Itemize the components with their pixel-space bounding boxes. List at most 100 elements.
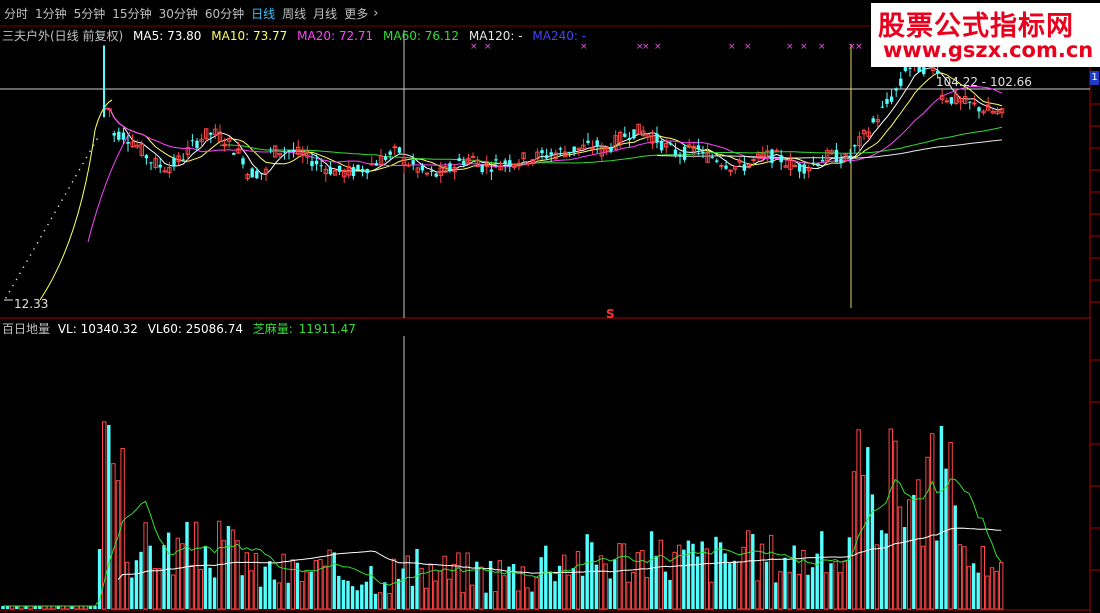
chevron-right-icon[interactable]: ›	[373, 6, 378, 21]
volume-bar-up	[985, 575, 990, 610]
candle-body-down	[673, 149, 678, 155]
volume-bar-down	[511, 564, 516, 609]
volume-bar-up	[704, 548, 709, 610]
volume-bar-up	[525, 587, 530, 610]
volume-bar-up	[189, 564, 194, 610]
early-price-dot	[36, 242, 39, 244]
volume-bar-down	[953, 505, 957, 609]
volume-bar-up	[833, 561, 838, 610]
volume-bar-up	[244, 552, 250, 610]
candle-body-down	[181, 159, 185, 161]
ma10-label: MA10: 73.77	[211, 29, 288, 43]
candle-body-down	[678, 154, 682, 157]
volume-bar-up	[851, 471, 857, 610]
candle-body-down	[144, 155, 149, 159]
candle-body-down	[871, 118, 875, 123]
volume-bar-up	[221, 540, 227, 610]
candle-body-down	[659, 140, 664, 151]
volume-bar-down	[728, 563, 732, 609]
candle-body-down	[351, 167, 356, 177]
period-tab-7[interactable]: 周线	[282, 5, 306, 22]
volume-bar-up	[930, 433, 935, 610]
period-tab-4[interactable]: 30分钟	[159, 5, 198, 22]
high-price-label: 104.22 - 102.66	[936, 75, 1032, 89]
candle-body-down	[314, 160, 319, 165]
period-tab-8[interactable]: 月线	[313, 5, 337, 22]
early-price-dot	[47, 223, 49, 226]
candle-body-down	[710, 157, 714, 159]
volume-bar-down	[544, 545, 548, 609]
volume-bar-down	[691, 543, 695, 609]
candle-body-down	[889, 96, 894, 102]
volume-bar-up	[617, 543, 622, 610]
volume-bar-down	[107, 424, 111, 609]
volume-bar-down	[820, 531, 824, 609]
volume-legend: 百日地量 VL: 10340.32 VL60: 25086.74 芝麻量: 11…	[2, 320, 362, 337]
period-tab-6[interactable]: 日线	[251, 5, 275, 22]
candle-body-down	[494, 159, 498, 161]
price-legend: 三夫户外(日线 前复权) MA5: 73.80 MA10: 73.77 MA20…	[2, 27, 592, 44]
volume-bar-up	[322, 565, 328, 610]
period-tab-3[interactable]: 15分钟	[112, 5, 151, 22]
period-tab-2[interactable]: 5分钟	[74, 5, 106, 22]
candle-body-up	[392, 146, 398, 149]
more-periods-button[interactable]: 更多	[344, 5, 368, 22]
period-tab-5[interactable]: 60分钟	[205, 5, 244, 22]
candle-body-down	[310, 161, 314, 167]
volume-bar-down	[971, 563, 976, 609]
volume-bar-down	[783, 557, 787, 609]
volume-bar-down	[714, 536, 718, 609]
candle-body-down	[899, 78, 903, 86]
volume-bar-up	[957, 544, 962, 610]
volume-bar-up	[171, 574, 176, 610]
kline-chart[interactable]: 12.33104.22 - 102.66S× × × ×× × × × × × × × ×	[0, 0, 1100, 613]
early-price-dot	[26, 260, 28, 262]
site-watermark: 股票公式指标网 www.gszx.com.cn	[871, 3, 1100, 67]
ma240-label: MA240: -	[532, 29, 587, 43]
volume-bar-up	[861, 474, 866, 610]
volume-bar-up	[736, 561, 742, 610]
volume-bar-up	[893, 440, 898, 610]
volume-bar-up	[980, 545, 985, 610]
candle-body-down	[411, 160, 415, 165]
volume-bar-up	[824, 572, 829, 610]
candle-body-up	[792, 164, 798, 167]
candle-body-down	[609, 147, 613, 152]
volume-bar-up	[562, 554, 567, 610]
volume-bar-down	[580, 575, 585, 609]
early-price-dot	[78, 168, 81, 171]
volume-bar-down	[884, 533, 888, 609]
right-axis-badge[interactable]: 1	[1090, 71, 1099, 85]
candle-body-down	[241, 158, 245, 165]
candle-body-down	[968, 101, 972, 103]
period-tab-0[interactable]: 分时	[4, 5, 28, 22]
candle-body-down	[669, 143, 673, 145]
candle-body-down	[480, 164, 484, 173]
volume-bar-up	[621, 543, 627, 610]
volume-bar-down	[590, 542, 594, 609]
volume-bar-down	[663, 571, 668, 609]
volume-bar-down	[668, 579, 672, 609]
volume-bar-up	[290, 559, 296, 610]
candle-body-down	[811, 162, 816, 164]
candle-body-down	[457, 158, 461, 161]
zhima-value: 11911.47	[298, 322, 356, 336]
volume-bar-up	[115, 480, 121, 610]
volume-bar-up	[276, 582, 282, 610]
candle-body-down	[839, 158, 843, 164]
volume-bar-up	[235, 540, 240, 610]
candle-body-down	[595, 140, 599, 147]
signal-x-marker: ×	[744, 42, 752, 52]
volume-bar-up	[460, 592, 466, 610]
candle-body-down	[696, 145, 701, 150]
volume-bar-down	[350, 586, 355, 609]
candle-body-down	[770, 149, 774, 163]
volume-bar-down	[682, 549, 686, 609]
candle-body-down	[420, 165, 425, 171]
early-price-dot	[8, 290, 11, 293]
volume-bar-up	[741, 546, 746, 610]
volume-bar-up	[746, 530, 751, 610]
signal-x-marker: ×	[786, 42, 794, 52]
volume-bar-up	[888, 428, 893, 610]
period-tab-1[interactable]: 1分钟	[35, 5, 67, 22]
